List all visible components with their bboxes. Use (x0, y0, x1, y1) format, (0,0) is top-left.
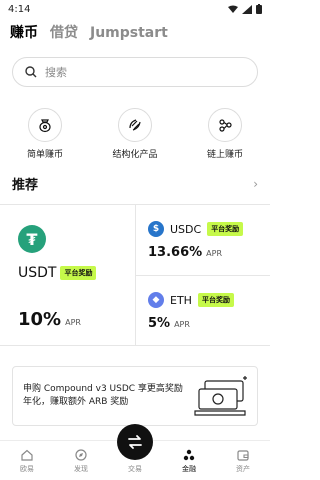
search-icon (25, 66, 37, 78)
apr-value: 10% (18, 309, 62, 330)
coin-row: USDT 平台奖励 (18, 265, 97, 281)
apr-label: APR (174, 320, 190, 329)
wallet-icon (237, 450, 249, 461)
discover-icon (75, 449, 87, 461)
swap-icon (128, 435, 142, 449)
trade-button[interactable] (117, 424, 153, 460)
reward-badge: 平台奖励 (197, 293, 234, 307)
nav-label: 发现 (74, 465, 88, 473)
apr-label: APR (206, 249, 223, 258)
quick-onchain-earn[interactable]: 链上赚币 (180, 108, 270, 160)
reward-badge: 平台奖励 (60, 266, 97, 280)
quick-label: 简单赚币 (26, 150, 63, 160)
quick-simple-earn[interactable]: 简单赚币 (0, 108, 90, 160)
banner-text: 申购 Compound v3 USDC 享更高奖励年化，赚取额外 ARB 奖励 (23, 383, 183, 408)
nav-label: 金融 (182, 465, 196, 473)
quick-label: 结构化产品 (112, 150, 158, 160)
signal-icon (242, 4, 252, 14)
status-icons (228, 4, 262, 14)
nav-label: 资产 (236, 465, 250, 473)
nav-label: 欧易 (20, 465, 34, 473)
chevron-right-icon: › (253, 176, 258, 191)
nav-okx[interactable]: 欧易 (0, 441, 54, 480)
apr-value: 5% (148, 316, 171, 331)
apr-value: 13.66% (148, 245, 203, 260)
tether-icon: ₮ (18, 225, 46, 253)
coin-name: ETH (170, 293, 192, 307)
quick-structured-products[interactable]: 结构化产品 (90, 108, 180, 160)
status-bar: 4:14 (0, 0, 270, 18)
money-stack-icon (194, 376, 247, 416)
top-tabs: 赚币 借贷 Jumpstart (10, 22, 168, 42)
structured-products-icon (118, 108, 152, 142)
nav-label: 交易 (128, 465, 142, 473)
nav-discover[interactable]: 发现 (54, 441, 108, 480)
coin-name: USDC (170, 222, 202, 236)
ethereum-icon: ◆ (148, 292, 164, 308)
usdc-icon: $ (148, 221, 164, 237)
product-card-usdt[interactable]: ₮ USDT 平台奖励 10% APR (0, 205, 135, 345)
finance-icon (183, 449, 195, 461)
product-card-usdc[interactable]: $ USDC 平台奖励 13.66% APR (136, 205, 270, 275)
coin-name: USDT (18, 265, 57, 281)
nav-finance[interactable]: 金融 (162, 441, 216, 480)
promo-banner[interactable]: 申购 Compound v3 USDC 享更高奖励年化，赚取额外 ARB 奖励 (12, 366, 258, 426)
rate-row: 13.66% APR (148, 245, 222, 260)
product-card-eth[interactable]: ◆ ETH 平台奖励 5% APR (136, 276, 270, 346)
search-input[interactable]: 搜索 (12, 57, 258, 87)
recommend-header[interactable]: 推荐 › (12, 174, 258, 194)
battery-icon (256, 4, 262, 14)
coin-row: ◆ ETH 平台奖励 (148, 292, 234, 308)
rate-row: 10% APR (18, 309, 81, 330)
tab-loan[interactable]: 借贷 (50, 22, 78, 42)
quick-label: 链上赚币 (206, 150, 243, 160)
quick-actions: 简单赚币 结构化产品 链上赚币 (0, 108, 270, 160)
search-placeholder: 搜索 (45, 66, 67, 79)
apr-label: APR (65, 318, 81, 327)
reward-badge: 平台奖励 (207, 222, 244, 236)
wifi-icon (228, 5, 238, 13)
coin-row: $ USDC 平台奖励 (148, 221, 244, 237)
status-time: 4:14 (8, 3, 31, 15)
tab-jumpstart[interactable]: Jumpstart (90, 25, 168, 41)
recommend-title: 推荐 (12, 178, 39, 193)
onchain-earn-icon (208, 108, 242, 142)
home-icon (21, 449, 33, 461)
tab-earn[interactable]: 赚币 (10, 22, 38, 42)
rate-row: 5% APR (148, 316, 190, 331)
simple-earn-icon (28, 108, 62, 142)
nav-assets[interactable]: 资产 (216, 441, 270, 480)
